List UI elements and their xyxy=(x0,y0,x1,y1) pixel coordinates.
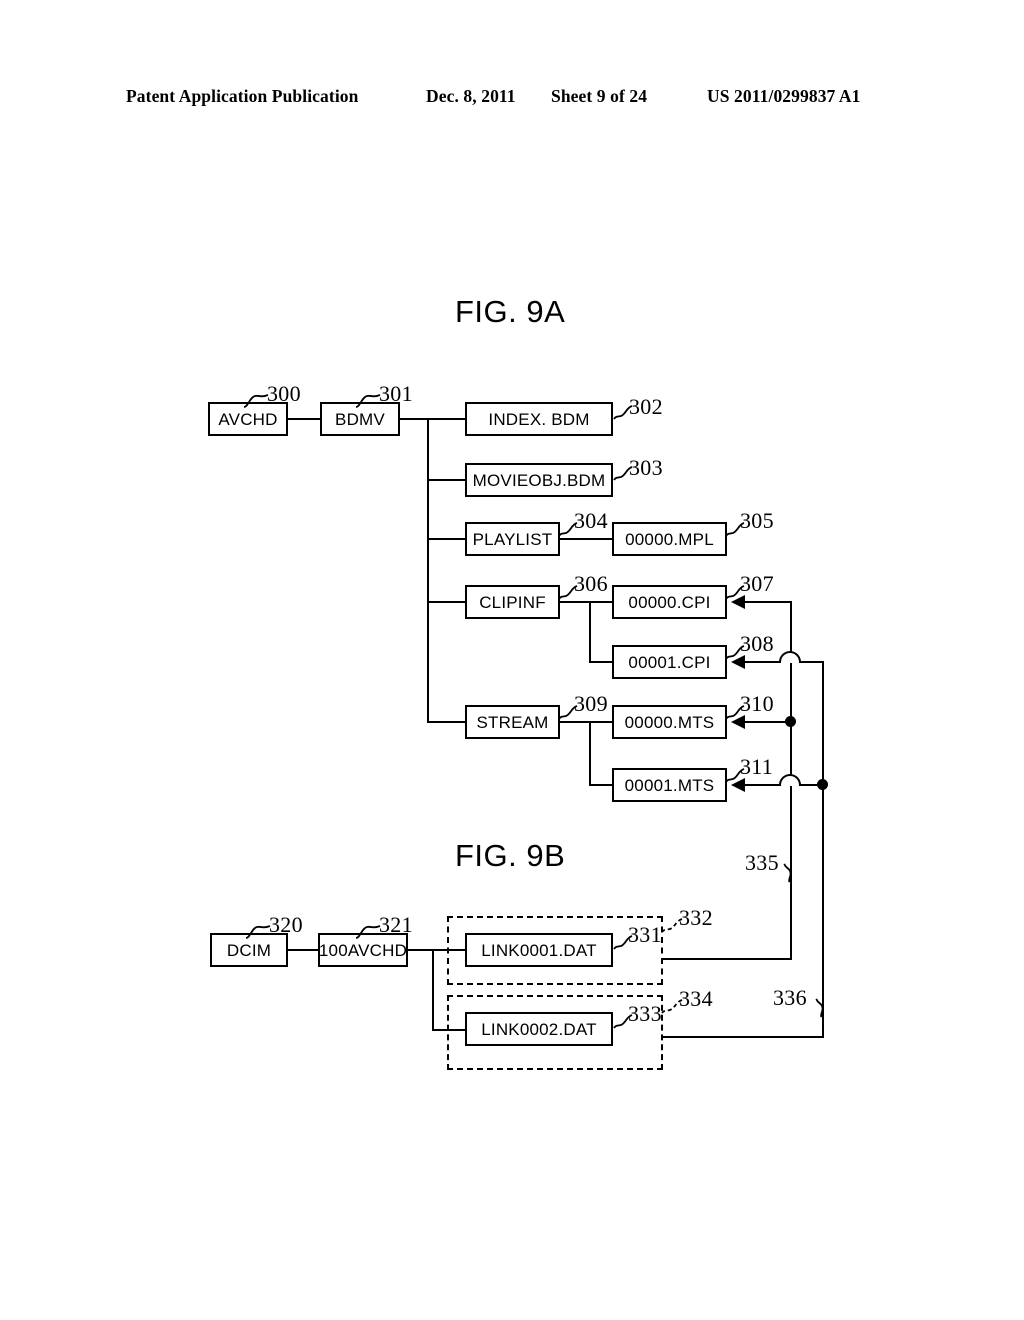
leader-301 xyxy=(355,392,385,408)
ref-306: 306 xyxy=(574,571,608,596)
branch-to-link0002 xyxy=(432,1029,465,1031)
figure-9a-title: FIG. 9A xyxy=(455,294,566,329)
leader-335 xyxy=(783,861,806,883)
leader-311 xyxy=(724,767,746,787)
leader-300 xyxy=(243,392,273,408)
branch-to-playlist xyxy=(427,538,465,540)
node-movieobj-bdm: MOVIEOBJ.BDM xyxy=(465,463,613,497)
connector-avchd-bdmv xyxy=(288,418,320,420)
node-00000-mpl: 00000.MPL xyxy=(612,522,727,556)
leader-306 xyxy=(557,584,579,604)
leader-304 xyxy=(557,521,579,541)
leader-332 xyxy=(660,917,684,937)
subtrunk-clipinf-vertical xyxy=(589,601,591,661)
node-link0002-dat: LINK0002.DAT xyxy=(465,1012,613,1046)
branch-to-movieobj xyxy=(427,479,465,481)
connector-bdmv-trunk xyxy=(400,418,465,420)
ref-334: 334 xyxy=(679,986,713,1011)
connector-dcim-100avchd xyxy=(288,949,318,951)
node-link0001-dat: LINK0001.DAT xyxy=(465,933,613,967)
leader-333 xyxy=(612,1013,634,1033)
header-publication-title: Patent Application Publication xyxy=(126,86,359,106)
node-00000-cpi: 00000.CPI xyxy=(612,585,727,619)
ref-302: 302 xyxy=(629,394,663,419)
ref-332: 332 xyxy=(679,905,713,930)
ref-309: 309 xyxy=(574,691,608,716)
trunk-vertical-bdmv xyxy=(427,418,429,722)
branch-to-clipinf xyxy=(427,601,465,603)
ref-303: 303 xyxy=(629,455,663,480)
link336-to-00001mts-left xyxy=(745,784,779,786)
connector-stream-00001mts xyxy=(589,784,612,786)
node-00001-cpi: 00001.CPI xyxy=(612,645,727,679)
leader-309 xyxy=(557,704,579,724)
link336-horizontal-to-group334 xyxy=(663,1036,824,1038)
branch-to-stream xyxy=(427,721,465,723)
connector-clipinf-00001cpi xyxy=(589,661,612,663)
leader-305 xyxy=(724,521,746,541)
junction-dot-336-mts xyxy=(817,779,828,790)
figure-9b-title: FIG. 9B xyxy=(455,838,566,873)
patent-figure-page: Patent Application Publication Dec. 8, 2… xyxy=(0,0,1024,1320)
link335-horizontal-to-group332 xyxy=(663,958,792,960)
leader-308 xyxy=(724,644,746,664)
ref-304: 304 xyxy=(574,508,608,533)
leader-310 xyxy=(724,704,746,724)
junction-dot-335-mts xyxy=(785,716,796,727)
node-00001-mts: 00001.MTS xyxy=(612,768,727,802)
link335-to-00000cpi xyxy=(745,601,792,603)
link336-to-00001cpi-right xyxy=(801,661,824,663)
node-00000-mts: 00000.MTS xyxy=(612,705,727,739)
node-playlist: PLAYLIST xyxy=(465,522,560,556)
ref-335: 335 xyxy=(745,850,779,875)
node-index-bdm: INDEX. BDM xyxy=(465,402,613,436)
link336-to-00001cpi-left xyxy=(745,661,779,663)
leader-307 xyxy=(724,584,746,604)
leader-334 xyxy=(660,998,684,1018)
trunk-vertical-100avchd xyxy=(432,949,434,1029)
leader-302 xyxy=(612,404,634,424)
publication-header: Patent Application Publication Dec. 8, 2… xyxy=(0,86,1024,112)
leader-336 xyxy=(815,996,838,1018)
leader-321 xyxy=(355,923,385,939)
link336-vertical xyxy=(822,661,824,1038)
connector-100avchd-trunk xyxy=(408,949,465,951)
header-publication-number: US 2011/0299837 A1 xyxy=(707,86,861,106)
node-clipinf: CLIPINF xyxy=(465,585,560,619)
leader-320 xyxy=(245,923,275,939)
leader-331 xyxy=(612,934,634,954)
header-sheet-number: Sheet 9 of 24 xyxy=(551,86,648,106)
node-stream: STREAM xyxy=(465,705,560,739)
subtrunk-stream-vertical xyxy=(589,721,591,784)
header-date: Dec. 8, 2011 xyxy=(426,86,516,106)
ref-336: 336 xyxy=(773,985,807,1010)
leader-303 xyxy=(612,465,634,485)
